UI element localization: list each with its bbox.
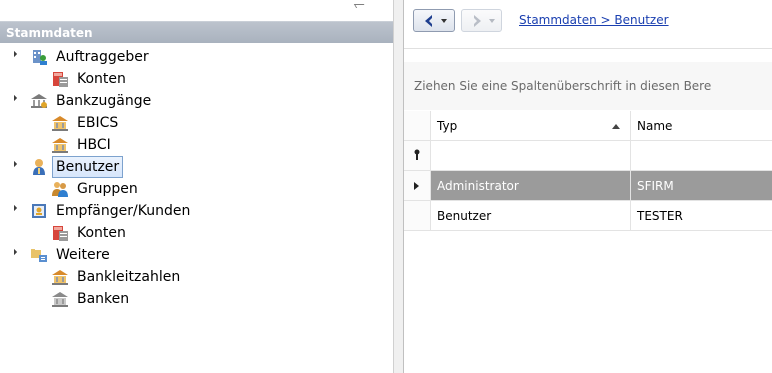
tree-node-banken[interactable]: Banken (0, 288, 132, 310)
users-group-icon (51, 180, 69, 198)
back-button[interactable] (413, 9, 455, 32)
filter-cell-name[interactable] (631, 141, 772, 170)
column-header-name[interactable]: Name (631, 111, 772, 140)
tree-node-ebics[interactable]: EBICS (0, 112, 121, 134)
contacts-icon (30, 202, 48, 220)
tree-node-bankleitzahlen[interactable]: Bankleitzahlen (0, 266, 183, 288)
collapse-arrow-icon[interactable] (10, 204, 18, 212)
table-row[interactable]: Benutzer TESTER (404, 201, 772, 231)
forward-button[interactable] (461, 9, 502, 32)
breadcrumb-link[interactable]: Stammdaten > Benutzer (519, 13, 669, 27)
tree-node-gruppen[interactable]: Gruppen (0, 178, 141, 200)
cell-name[interactable]: TESTER (631, 201, 772, 230)
column-header-typ-label: Typ (437, 119, 458, 133)
column-header-name-label: Name (637, 119, 673, 133)
bank-house-icon (51, 114, 69, 132)
filter-cell-typ[interactable] (431, 141, 631, 170)
building-users-icon (30, 48, 48, 66)
table-row[interactable]: Administrator SFIRM (404, 171, 772, 201)
column-header-typ[interactable]: Typ (431, 111, 631, 140)
collapse-arrow-icon[interactable] (10, 94, 18, 102)
row-indicator-current (404, 171, 431, 200)
bank-icon (30, 92, 48, 110)
collapse-arrow-icon[interactable] (10, 248, 18, 256)
tree-node-konten-2[interactable]: Konten (0, 222, 129, 244)
tree-node-auftraggeber[interactable]: Auftraggeber (0, 46, 152, 68)
tree-node-konten[interactable]: Konten (0, 68, 129, 90)
panel-top-strip (0, 0, 393, 21)
grid-header-row: Typ Name (404, 111, 772, 141)
navigation-bar: Stammdaten > Benutzer (404, 0, 772, 49)
group-by-panel[interactable]: Ziehen Sie eine Spaltenüberschrift in di… (404, 62, 772, 110)
tree-header: Stammdaten (0, 21, 393, 43)
master-data-tree-panel: Stammdaten Auftraggeber Konten Bankzugän… (0, 0, 393, 373)
tree-node-benutzer[interactable]: Benutzer (0, 156, 124, 178)
panel-grip-icon[interactable] (353, 4, 367, 8)
bank-house-icon (51, 136, 69, 154)
tree-node-bankzugaenge[interactable]: Bankzugänge (0, 90, 154, 112)
account-book-icon (51, 70, 69, 88)
folder-tree-icon (30, 246, 48, 264)
row-indicator (404, 201, 431, 230)
tree-node-empfaenger-kunden[interactable]: Empfänger/Kunden (0, 200, 193, 222)
cell-name[interactable]: SFIRM (631, 171, 772, 200)
row-indicator-header (404, 111, 431, 140)
tree-node-weitere[interactable]: Weitere (0, 244, 113, 266)
back-arrow-icon (425, 15, 432, 27)
forward-arrow-icon (474, 15, 481, 27)
bank-house-icon (51, 290, 69, 308)
current-row-arrow-icon (414, 182, 419, 190)
sort-ascending-icon (612, 124, 620, 129)
content-panel: Stammdaten > Benutzer Ziehen Sie eine Sp… (404, 0, 772, 373)
collapse-arrow-icon[interactable] (10, 160, 18, 168)
user-icon (30, 158, 48, 176)
cell-typ[interactable]: Administrator (431, 171, 631, 200)
account-book-icon (51, 224, 69, 242)
collapse-arrow-icon[interactable] (10, 50, 18, 58)
cell-typ[interactable]: Benutzer (431, 201, 631, 230)
grid-filter-row[interactable] (404, 141, 772, 171)
back-dropdown-arrow-icon[interactable] (441, 19, 447, 23)
row-indicator-filter (404, 141, 431, 170)
tree-node-hbci[interactable]: HBCI (0, 134, 114, 156)
bank-house-icon (51, 268, 69, 286)
forward-dropdown-arrow-icon[interactable] (489, 19, 495, 23)
panel-splitter[interactable] (393, 0, 404, 373)
filter-pin-icon (414, 149, 420, 160)
